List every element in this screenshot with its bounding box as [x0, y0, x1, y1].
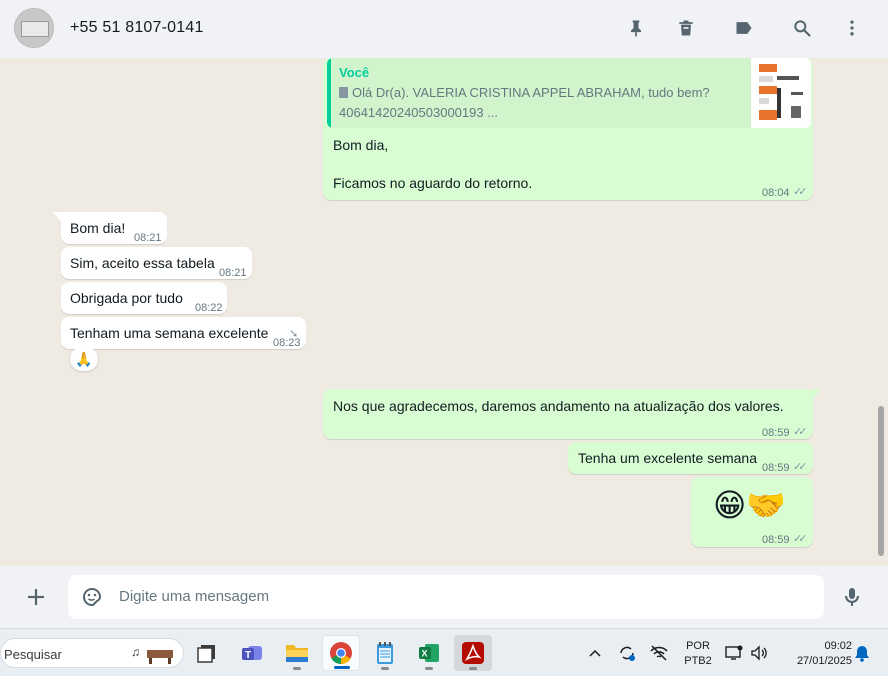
message-composer: Digite uma mensagem [0, 566, 888, 628]
message-time: 08:21 [219, 267, 247, 279]
taskbar-search-text[interactable]: Pesquisar [4, 647, 62, 662]
message-text: Obrigada por tudo [70, 290, 183, 306]
menu-icon[interactable] [840, 16, 864, 40]
sticker-icon[interactable] [80, 585, 104, 609]
task-view-icon[interactable] [188, 635, 226, 671]
message-text: Sim, aceito essa tabela [70, 255, 215, 271]
sync-icon[interactable] [614, 629, 640, 676]
read-ticks-icon: ✓✓ [793, 426, 808, 438]
acrobat-icon[interactable] [454, 635, 492, 671]
message-text: Ficamos no aguardo do retorno. [333, 175, 533, 191]
keyboard-layout: PTB2 [684, 655, 712, 667]
bubble-tail [53, 212, 63, 224]
notepad-icon[interactable] [366, 635, 404, 671]
teams-icon[interactable]: T [233, 635, 271, 671]
chat-area[interactable]: Você Olá Dr(a). VALERIA CRISTINA APPEL A… [0, 58, 888, 566]
input-language[interactable]: POR PTB2 [682, 639, 714, 669]
svg-text:♫: ♫ [131, 645, 140, 659]
clock-date: 27/01/2025 [796, 655, 852, 667]
outgoing-message-quote[interactable]: Você Olá Dr(a). VALERIA CRISTINA APPEL A… [323, 58, 813, 200]
file-explorer-icon[interactable] [278, 635, 316, 671]
language-code: POR [686, 640, 710, 652]
message-time: 08:59 [762, 462, 790, 474]
forward-icon[interactable]: ➘ [289, 325, 298, 344]
quote-author: Você [339, 65, 370, 80]
outgoing-message-emoji[interactable]: 😁🤝 08:59 ✓✓ [691, 477, 813, 547]
taskbar-search[interactable]: Pesquisar ♫ [0, 638, 184, 668]
outgoing-message[interactable]: Nos que agradecemos, daremos andamento n… [323, 389, 813, 439]
contact-name[interactable]: +55 51 8107-0141 [70, 19, 204, 37]
read-ticks-icon: ✓✓ [793, 461, 808, 473]
document-thumbnail [751, 58, 811, 128]
message-text: Bom dia, [333, 137, 389, 153]
label-icon[interactable] [732, 16, 756, 40]
quote-text: Olá Dr(a). VALERIA CRISTINA APPEL ABRAHA… [339, 83, 710, 102]
search-icon[interactable] [790, 16, 814, 40]
show-hidden-icons-chevron-icon[interactable] [584, 629, 606, 676]
message-time: 08:21 [134, 232, 162, 244]
chat-scrollbar[interactable] [878, 406, 884, 556]
message-text: Tenha um excelente semana [578, 450, 757, 466]
search-highlight-icon: ♫ [129, 642, 177, 666]
message-time: 08:04 [762, 187, 790, 199]
chat-header: +55 51 8107-0141 [0, 0, 888, 58]
quote-text-2: 40641420240503000193 ... [339, 105, 499, 120]
delete-icon[interactable] [674, 16, 698, 40]
message-input[interactable]: Digite uma mensagem [68, 575, 824, 619]
read-ticks-icon: ✓✓ [793, 186, 808, 198]
document-icon [339, 87, 348, 98]
incoming-message[interactable]: Bom dia! 08:21 [61, 212, 167, 244]
reaction-badge[interactable]: 🙏 [70, 347, 98, 371]
excel-icon[interactable]: X [410, 635, 448, 671]
message-time: 08:59 [762, 427, 790, 439]
quoted-message[interactable]: Você Olá Dr(a). VALERIA CRISTINA APPEL A… [327, 58, 811, 128]
volume-icon[interactable] [748, 629, 772, 676]
taskbar-clock[interactable]: 09:02 27/01/2025 [776, 639, 852, 669]
clock-time: 09:02 [824, 640, 852, 652]
read-ticks-icon: ✓✓ [793, 533, 808, 545]
contact-avatar[interactable] [14, 8, 54, 48]
message-emoji: 😁🤝 [713, 487, 787, 523]
message-text: Tenham uma semana excelente [70, 325, 269, 341]
message-time: 08:22 [195, 302, 223, 314]
display-icon[interactable] [722, 629, 746, 676]
svg-text:X: X [422, 649, 428, 659]
svg-text:T: T [245, 650, 251, 661]
network-offline-icon[interactable] [646, 629, 672, 676]
windows-taskbar: Pesquisar ♫ T X POR PTB2 09:02 27/01/202… [0, 628, 888, 676]
notification-bell-icon[interactable] [852, 629, 872, 676]
message-input-placeholder[interactable]: Digite uma mensagem [119, 588, 269, 605]
incoming-message[interactable]: Obrigada por tudo 08:22 [61, 282, 227, 314]
message-text: Nos que agradecemos, daremos andamento n… [333, 398, 784, 414]
message-time: 08:59 [762, 534, 790, 546]
outgoing-message[interactable]: Tenha um excelente semana 08:59 ✓✓ [568, 442, 813, 474]
message-text: Bom dia! [70, 220, 126, 236]
pin-icon[interactable] [624, 16, 648, 40]
bubble-tail [811, 389, 821, 401]
chrome-icon[interactable] [322, 635, 360, 671]
incoming-message[interactable]: Tenham uma semana excelente 08:23 ➘ [61, 317, 306, 349]
microphone-icon[interactable] [840, 585, 864, 609]
attach-plus-icon[interactable] [24, 585, 48, 609]
incoming-message[interactable]: Sim, aceito essa tabela 08:21 [61, 247, 252, 279]
